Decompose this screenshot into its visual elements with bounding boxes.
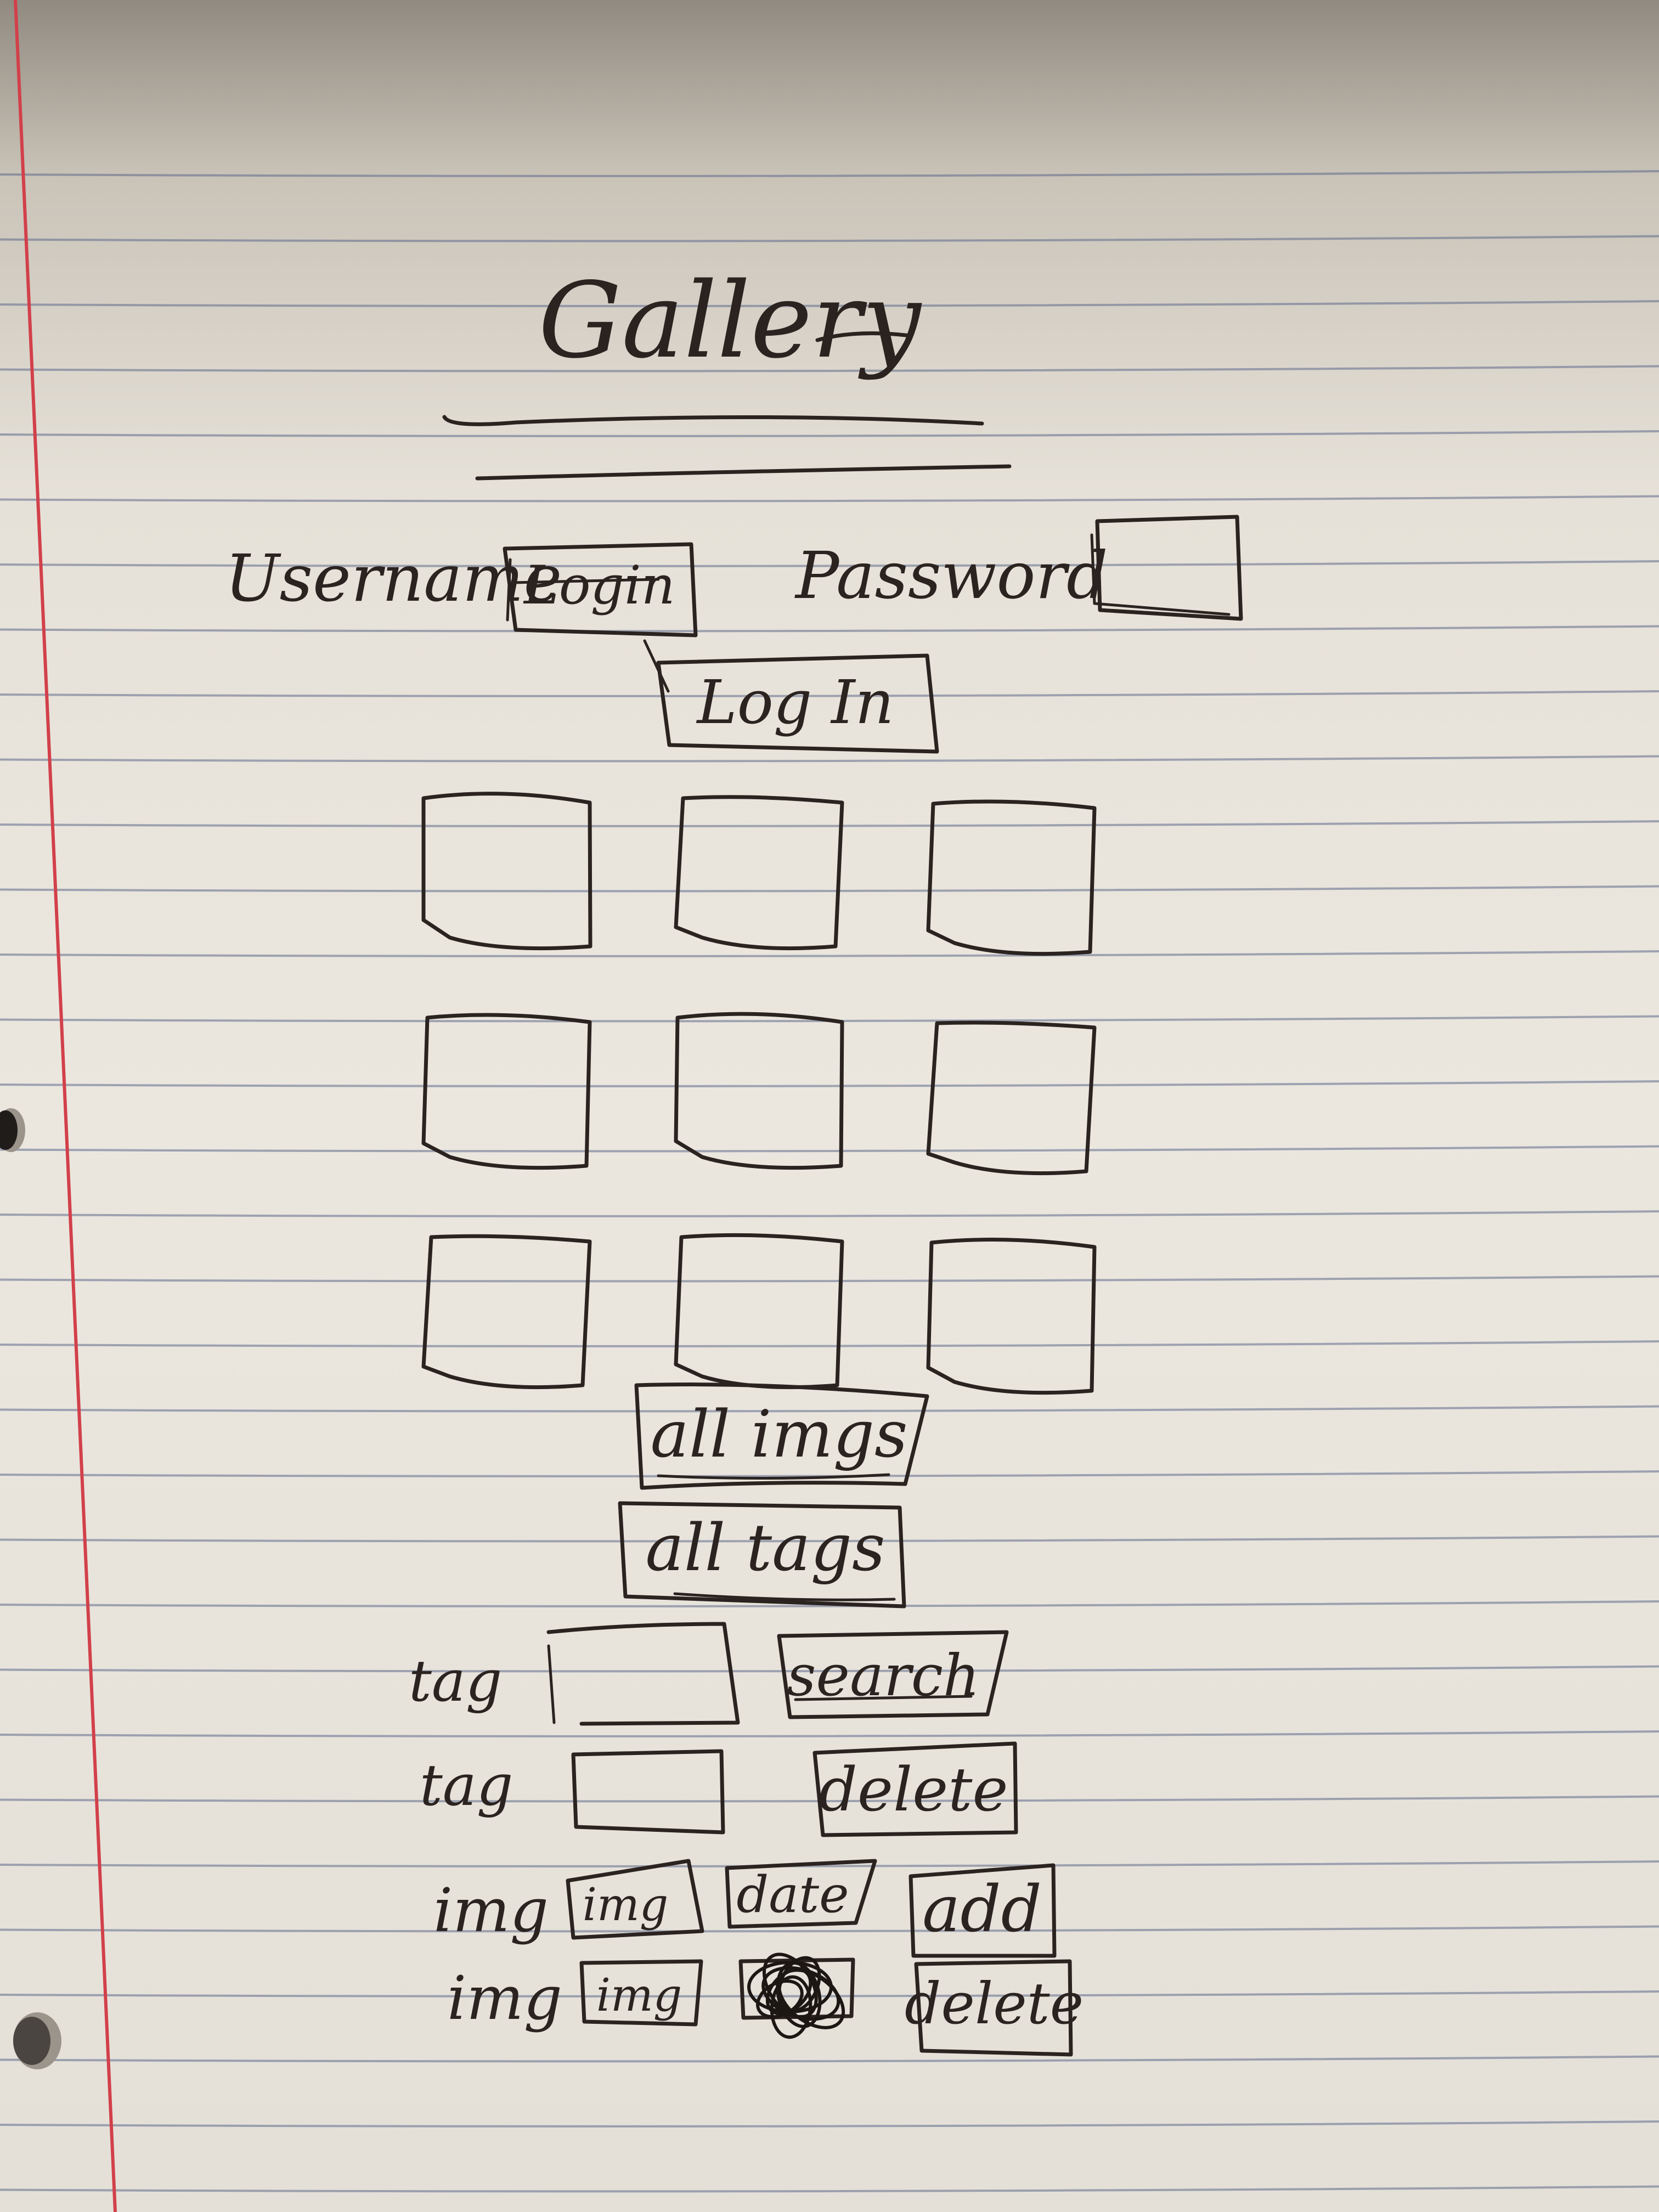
image-add-button[interactable]: add [909,1863,1057,1958]
login-button[interactable]: Log In [643,639,939,754]
tag-search-label: tag [409,1647,502,1714]
image-thumbnail-r3-c1[interactable] [421,1234,592,1390]
image-thumbnail-r1-c1[interactable] [421,792,592,951]
image-delete-button[interactable]: delete [905,1959,1084,2057]
image-thumbnail-r1-c2[interactable] [674,795,844,951]
all-images-label: all imgs [650,1396,907,1472]
username-input[interactable]: Login [503,542,698,637]
search-button[interactable]: search [777,1630,1009,1719]
image-add-date-input[interactable]: date [725,1859,877,1929]
scribbled-out-field [738,1953,855,2039]
all-tags-button[interactable]: all tags [618,1501,906,1609]
title-underline-2 [475,464,1012,481]
tag-delete-input[interactable] [571,1749,725,1835]
password-label: Password [794,538,1108,613]
image-thumbnail-r3-c3[interactable] [926,1238,1097,1395]
image-add-date-value: date [736,1865,849,1924]
image-grid [421,792,1097,1395]
image-delete-file-input[interactable]: img [579,1959,703,2027]
tag-delete-label: tag [420,1752,513,1819]
password-input[interactable] [1090,515,1243,621]
login-button-label: Log In [696,667,894,737]
image-thumbnail-r1-c3[interactable] [926,799,1097,956]
image-thumbnail-r2-c3[interactable] [926,1020,1097,1176]
notebook-paper: Gallery Username Login Password Log In a… [0,0,1659,2212]
image-thumbnail-r3-c2[interactable] [674,1233,844,1390]
tag-search-input[interactable] [546,1622,740,1726]
wireframe-sketch: Gallery Username Login Password Log In a… [225,260,1243,2057]
image-delete-label: img [447,1963,562,2033]
all-tags-label: all tags [645,1510,885,1585]
image-add-file-input[interactable]: img [566,1859,704,1940]
title-underline-1 [442,415,984,426]
tag-delete-button-label: delete [819,1754,1008,1825]
image-add-file-value: img [583,1879,668,1931]
image-delete-file-value: img [596,1970,682,2022]
all-images-button[interactable]: all imgs [634,1383,929,1490]
username-value: Login [523,555,675,616]
image-thumbnail-r2-c2[interactable] [674,1012,844,1170]
tag-delete-button[interactable]: delete [812,1741,1018,1837]
page-title: Gallery [538,260,922,381]
image-add-button-label: add [922,1872,1042,1946]
image-add-label: img [433,1875,549,1945]
image-delete-button-label: delete [905,1970,1084,2037]
image-thumbnail-r2-c1[interactable] [421,1013,592,1170]
